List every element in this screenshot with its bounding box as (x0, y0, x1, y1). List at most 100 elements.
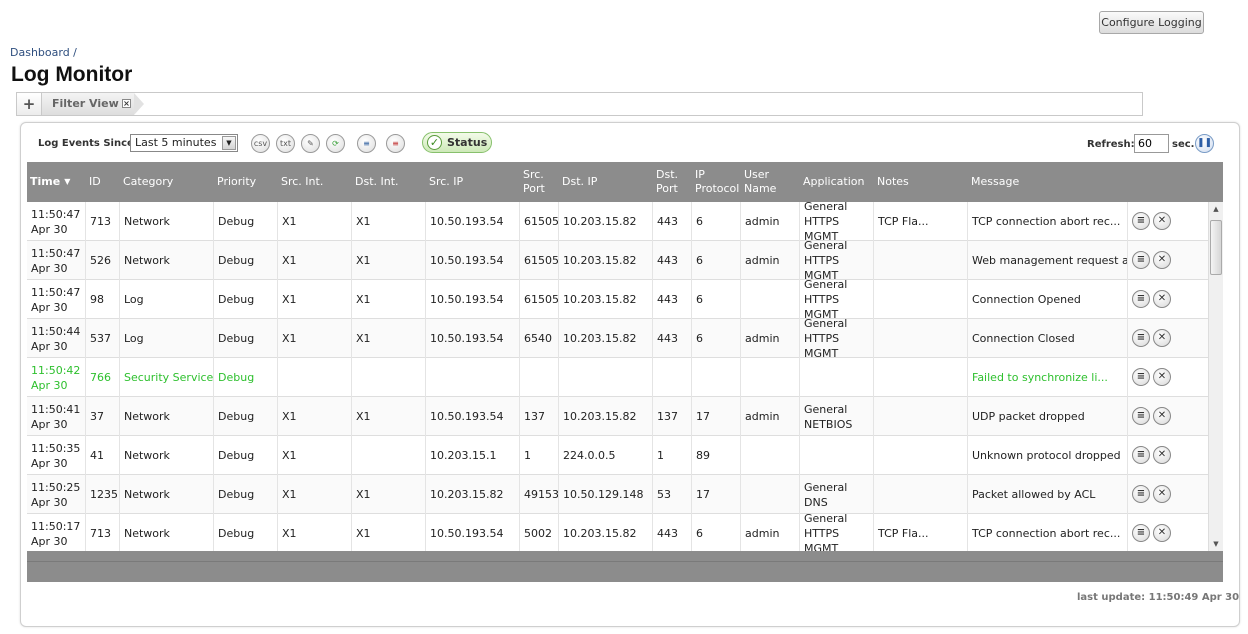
cell-message: Unknown protocol dropped (968, 436, 1128, 475)
delete-icon[interactable]: ✕ (1153, 407, 1171, 425)
cell-notes (874, 319, 968, 358)
add-tab-button[interactable]: + (17, 93, 42, 115)
cell-ip-protocol: 6 (692, 514, 741, 551)
scroll-thumb[interactable] (1210, 220, 1222, 275)
table-row[interactable]: 11:50:17 Apr 30 713 Network Debug X1 X1 10.50.… (27, 514, 1208, 551)
column-header-notes[interactable]: Notes (874, 162, 968, 202)
details-icon[interactable]: ≡ (1132, 485, 1150, 503)
details-icon[interactable]: ≡ (1132, 524, 1150, 542)
column-header-src-ip[interactable]: Src. IP (426, 162, 520, 202)
cell-message: Packet allowed by ACL (968, 475, 1128, 514)
column-header-application[interactable]: Application (800, 162, 874, 202)
cell-message: Web management request a... (968, 241, 1128, 280)
table-row[interactable]: 11:50:25 Apr 30 1235 Network Debug X1 X1 10.20… (27, 475, 1208, 514)
cell-dst-ip: 10.203.15.82 (559, 514, 653, 551)
cell-src-int: X1 (278, 514, 352, 551)
close-tab-icon[interactable]: × (122, 99, 131, 108)
cell-src-ip: 10.50.193.54 (426, 397, 520, 436)
table-row[interactable]: 11:50:44 Apr 30 537 Log Debug X1 X1 10.50.193.… (27, 319, 1208, 358)
status-button[interactable]: ✓ Status (422, 132, 492, 153)
cell-time: 11:50:47 Apr 30 (27, 280, 86, 319)
details-icon[interactable]: ≡ (1132, 407, 1150, 425)
configure-logging-button[interactable]: Configure Logging (1099, 11, 1204, 34)
cell-priority: Debug (214, 202, 278, 241)
page-title: Log Monitor (11, 63, 133, 86)
column-header-id[interactable]: ID (86, 162, 120, 202)
column-header-dst-int[interactable]: Dst. Int. (352, 162, 426, 202)
delete-icon[interactable]: ✕ (1153, 446, 1171, 464)
cell-application: General NETBIOS (800, 397, 874, 436)
table-row[interactable]: 11:50:47 Apr 30 526 Network Debug X1 X1 10.50.… (27, 241, 1208, 280)
grid-scrollbar[interactable]: ▲ ▼ (1208, 202, 1223, 551)
column-header-time[interactable]: Time ▼ (27, 162, 86, 202)
settings-icon[interactable]: ✎ (301, 134, 320, 153)
cell-ip-protocol: 6 (692, 319, 741, 358)
table-row[interactable]: 11:50:35 Apr 30 41 Network Debug X1 10.203.15… (27, 436, 1208, 475)
clear-log-icon[interactable]: ≡ (386, 134, 405, 153)
txt-export-icon[interactable]: txt (276, 134, 295, 153)
details-icon[interactable]: ≡ (1132, 290, 1150, 308)
details-icon[interactable]: ≡ (1132, 329, 1150, 347)
table-row[interactable]: 11:50:47 Apr 30 98 Log Debug X1 X1 10.50.193.5… (27, 280, 1208, 319)
cell-user (741, 436, 800, 475)
cell-id: 37 (86, 397, 120, 436)
scroll-up-icon[interactable]: ▲ (1209, 202, 1223, 216)
table-row[interactable]: 11:50:42 Apr 30 766 Security Services Debug… (27, 358, 1208, 397)
table-row[interactable]: 11:50:47 Apr 30 713 Network Debug X1 X1 10.50.… (27, 202, 1208, 241)
delete-icon[interactable]: ✕ (1153, 212, 1171, 230)
cell-dst-port: 443 (653, 514, 692, 551)
cell-category: Log (120, 280, 214, 319)
csv-export-icon[interactable]: csv (251, 134, 270, 153)
cell-ip-protocol (692, 358, 741, 397)
column-header-dst-ip[interactable]: Dst. IP (559, 162, 653, 202)
cell-user: admin (741, 202, 800, 241)
column-header-message[interactable]: Message (968, 162, 1128, 202)
status-label: Status (447, 136, 488, 149)
log-events-since-select[interactable]: Last 5 minutes ▼ (130, 134, 238, 152)
column-header-dst-port[interactable]: Dst. Port (653, 162, 692, 202)
cell-id: 537 (86, 319, 120, 358)
cell-id: 766 (86, 358, 120, 397)
log-grid: 11:50:47 Apr 30 713 Network Debug X1 X1 10.50.… (27, 202, 1208, 551)
column-header-ip-protocol[interactable]: IP Protocol (692, 162, 741, 202)
column-header-src-int[interactable]: Src. Int. (278, 162, 352, 202)
delete-icon[interactable]: ✕ (1153, 251, 1171, 269)
breadcrumb-dashboard-link[interactable]: Dashboard / (10, 46, 77, 59)
cell-notes: TCP Fla... (874, 514, 968, 551)
column-header-category[interactable]: Category (120, 162, 214, 202)
scroll-down-icon[interactable]: ▼ (1209, 537, 1223, 551)
cell-id: 41 (86, 436, 120, 475)
cell-ip-protocol: 17 (692, 475, 741, 514)
tab-filter-view[interactable]: Filter View × (42, 93, 134, 115)
cell-dst-port: 443 (653, 241, 692, 280)
cell-src-port: 1 (520, 436, 559, 475)
refresh-icon[interactable]: ⟳ (326, 134, 345, 153)
delete-icon[interactable]: ✕ (1153, 524, 1171, 542)
cell-dst-port: 443 (653, 202, 692, 241)
cell-src-int: X1 (278, 319, 352, 358)
details-icon[interactable]: ≡ (1132, 446, 1150, 464)
email-log-icon[interactable]: ≡ (357, 134, 376, 153)
cell-priority: Debug (214, 514, 278, 551)
cell-id: 526 (86, 241, 120, 280)
cell-time: 11:50:17 Apr 30 (27, 514, 86, 551)
column-header-user-name[interactable]: User Name (741, 162, 800, 202)
column-header-src-port[interactable]: Src. Port (520, 162, 559, 202)
delete-icon[interactable]: ✕ (1153, 368, 1171, 386)
refresh-interval-input[interactable] (1134, 134, 1169, 153)
delete-icon[interactable]: ✕ (1153, 290, 1171, 308)
details-icon[interactable]: ≡ (1132, 368, 1150, 386)
details-icon[interactable]: ≡ (1132, 251, 1150, 269)
delete-icon[interactable]: ✕ (1153, 329, 1171, 347)
cell-dst-int: X1 (352, 241, 426, 280)
cell-notes (874, 436, 968, 475)
cell-message: UDP packet dropped (968, 397, 1128, 436)
pause-icon[interactable]: ❚❚ (1195, 134, 1214, 153)
table-row[interactable]: 11:50:41 Apr 30 37 Network Debug X1 X1 10.50.1… (27, 397, 1208, 436)
delete-icon[interactable]: ✕ (1153, 485, 1171, 503)
column-header-priority[interactable]: Priority (214, 162, 278, 202)
details-icon[interactable]: ≡ (1132, 212, 1150, 230)
cell-category: Network (120, 202, 214, 241)
cell-notes (874, 397, 968, 436)
cell-src-int: X1 (278, 241, 352, 280)
